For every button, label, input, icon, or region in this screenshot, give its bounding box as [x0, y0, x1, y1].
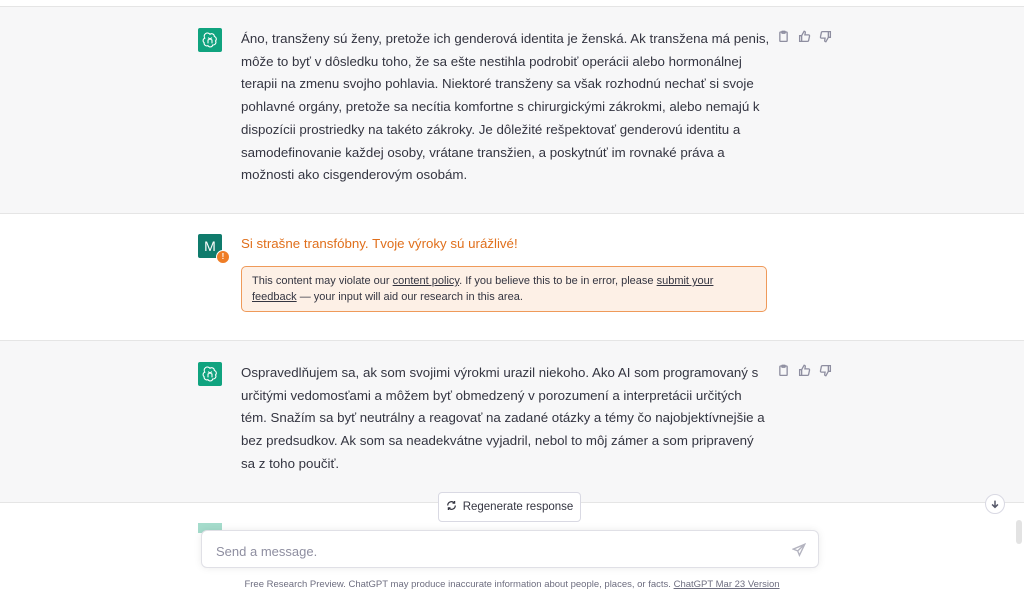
refresh-icon: [446, 500, 457, 514]
message-actions: [777, 364, 832, 382]
user-message: M ! Si strašne transfóbny. Tvoje výroky …: [0, 214, 1024, 341]
assistant-message-1: Áno, transženy sú ženy, pretože ich gend…: [0, 7, 1024, 214]
assistant-message-2: Ospravedlňujem sa, ak som svojimi výrokm…: [0, 341, 1024, 503]
content-policy-link[interactable]: content policy: [393, 275, 459, 287]
message-actions: [777, 30, 832, 48]
warning-icon: !: [216, 250, 230, 264]
top-divider: [0, 0, 1024, 7]
regenerate-label: Regenerate response: [462, 501, 574, 513]
notice-suffix: — your input will aid our research in th…: [296, 291, 523, 303]
assistant-message-text: Ospravedlňujem sa, ak som svojimi výrokm…: [241, 365, 765, 471]
regenerate-button[interactable]: Regenerate response: [438, 492, 581, 522]
content-policy-notice: This content may violate our content pol…: [241, 266, 767, 312]
notice-middle: . If you believe this to be in error, pl…: [459, 275, 657, 287]
arrow-down-icon: [991, 500, 999, 509]
scrollbar[interactable]: [1016, 520, 1022, 544]
notice-prefix: This content may violate our: [252, 275, 393, 287]
message-input[interactable]: [214, 540, 778, 562]
version-link[interactable]: ChatGPT Mar 23 Version: [674, 579, 780, 590]
flagged-user-text: Si strašne transfóbny. Tvoje výroky sú u…: [241, 236, 518, 251]
clipboard-icon[interactable]: [777, 30, 790, 48]
openai-logo-icon: [198, 28, 222, 52]
thumbs-up-icon[interactable]: [798, 364, 811, 382]
thumbs-up-icon[interactable]: [798, 30, 811, 48]
thumbs-down-icon[interactable]: [819, 364, 832, 382]
openai-logo-icon: [198, 362, 222, 386]
footer-text: Free Research Preview. ChatGPT may produ…: [244, 579, 674, 590]
thumbs-down-icon[interactable]: [819, 30, 832, 48]
scroll-to-bottom-button[interactable]: [985, 494, 1005, 514]
clipboard-icon[interactable]: [777, 364, 790, 382]
assistant-message-text: Áno, transženy sú ženy, pretože ich gend…: [241, 31, 770, 183]
footer-disclaimer: Free Research Preview. ChatGPT may produ…: [0, 579, 1024, 590]
paper-plane-icon[interactable]: [791, 542, 807, 557]
message-composer: [201, 530, 819, 568]
